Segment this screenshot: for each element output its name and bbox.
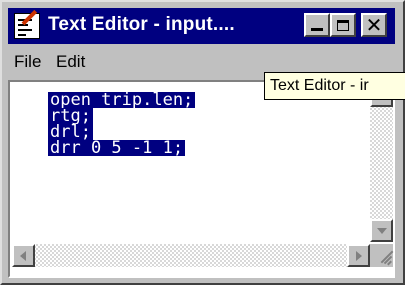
arrow-right-icon — [356, 251, 362, 261]
minimize-button[interactable] — [304, 13, 330, 37]
text-editor-window: Text Editor - input.... ✕ File Edit open… — [0, 0, 405, 285]
resize-grip-icon[interactable] — [370, 244, 394, 267]
maximize-icon — [337, 19, 349, 31]
close-button[interactable]: ✕ — [361, 13, 387, 37]
close-icon: ✕ — [365, 13, 383, 37]
text-editor-icon[interactable] — [14, 9, 40, 39]
menu-edit[interactable]: Edit — [56, 52, 85, 72]
arrow-left-icon — [20, 251, 26, 261]
scroll-left-button[interactable] — [12, 244, 35, 267]
title-tooltip: Text Editor - ir — [264, 72, 405, 100]
minimize-icon — [311, 28, 323, 31]
text-area[interactable]: open trip.len; rtg; drl; drr 0 5 -1 1; — [12, 84, 372, 242]
menu-file[interactable]: File — [14, 52, 41, 72]
editor-pane[interactable]: open trip.len; rtg; drl; drr 0 5 -1 1; — [8, 80, 395, 278]
title-bar[interactable]: Text Editor - input.... ✕ — [8, 8, 395, 44]
scroll-down-button[interactable] — [370, 219, 393, 242]
scroll-right-button[interactable] — [347, 244, 370, 267]
code-line[interactable]: drr 0 5 -1 1; — [48, 140, 186, 157]
maximize-button[interactable] — [330, 13, 356, 37]
window-title: Text Editor - input.... — [48, 14, 235, 35]
arrow-down-icon — [377, 228, 387, 234]
vertical-scrollbar[interactable] — [370, 84, 393, 242]
horizontal-scrollbar[interactable] — [12, 244, 370, 267]
